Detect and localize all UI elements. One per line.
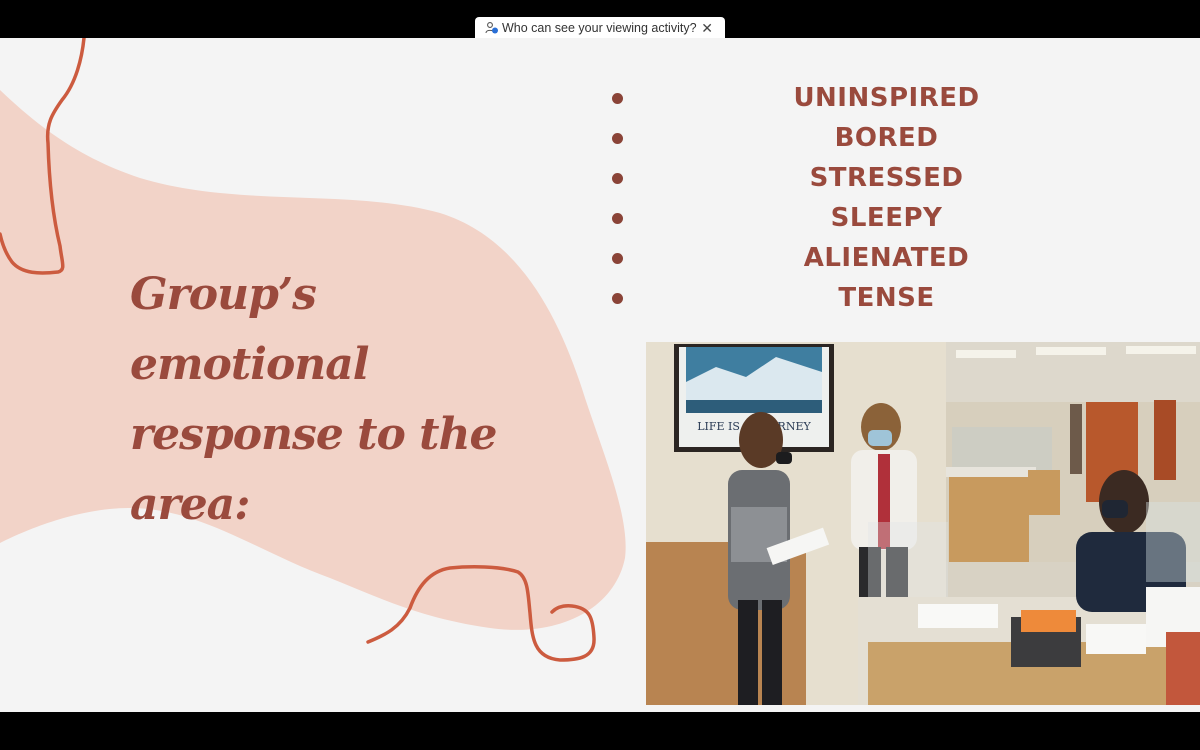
bullet-dot — [612, 132, 623, 144]
response-word: SLEEPY — [830, 203, 943, 233]
list-item: BORED — [612, 118, 1172, 158]
viewing-activity-text: Who can see your viewing activity? — [502, 21, 697, 35]
response-word: STRESSED — [809, 163, 964, 193]
slide-heading: Group’s emotional response to the area: — [130, 269, 497, 530]
close-icon[interactable]: ✕ — [701, 20, 713, 37]
office-photo: LIFE IS A JOURNEY — [646, 342, 1200, 705]
viewing-activity-banner[interactable]: Who can see your viewing activity? ✕ — [475, 17, 725, 39]
presentation-slide: Group’s emotional response to the area: … — [0, 38, 1200, 712]
bottom-black-bar — [0, 712, 1200, 750]
bullet-dot — [612, 252, 623, 264]
list-item: TENSE — [612, 278, 1172, 318]
response-word: BORED — [834, 123, 939, 153]
list-item: STRESSED — [612, 158, 1172, 198]
bullet-dot — [612, 92, 623, 104]
list-item: ALIENATED — [612, 238, 1172, 278]
list-item: SLEEPY — [612, 198, 1172, 238]
response-word: TENSE — [838, 283, 935, 313]
list-item: UNINSPIRED — [612, 78, 1172, 118]
response-word: UNINSPIRED — [793, 83, 980, 113]
people-icon — [485, 22, 498, 34]
bullet-dot — [612, 172, 623, 184]
response-list: UNINSPIRED BORED STRESSED SLEEPY ALIENAT… — [612, 78, 1172, 318]
bullet-dot — [612, 292, 623, 304]
response-word: ALIENATED — [803, 243, 970, 273]
bullet-dot — [612, 212, 623, 224]
